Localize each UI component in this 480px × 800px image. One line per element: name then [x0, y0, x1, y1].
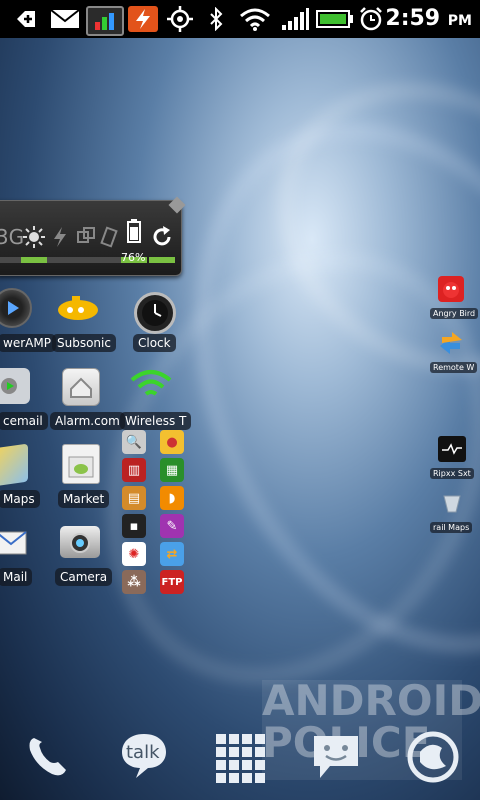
camera-icon[interactable]: [60, 526, 100, 558]
search-magnifier-icon[interactable]: 🔍: [122, 430, 146, 454]
ripple-icon[interactable]: [438, 436, 466, 462]
ripple-label[interactable]: Ripxx Sxt: [430, 468, 474, 479]
talk-icon[interactable]: talk: [118, 730, 170, 782]
messaging-icon[interactable]: [310, 732, 362, 782]
dots-app-icon[interactable]: ⁂: [122, 570, 146, 594]
poweramp-label[interactable]: werAMP: [0, 334, 56, 352]
poweramp-icon[interactable]: [0, 288, 32, 328]
market-icon[interactable]: [62, 444, 100, 484]
camera-label[interactable]: Camera: [55, 568, 113, 586]
alarm-icon: [358, 6, 384, 32]
subsonic-icon[interactable]: [56, 294, 100, 322]
wireless-tether-label[interactable]: Wireless T: [120, 412, 192, 430]
clock-label[interactable]: Clock: [133, 334, 176, 352]
power-control-widget: 3G 76%: [0, 196, 186, 276]
barcode-icon[interactable]: ▥: [122, 458, 146, 482]
candy-app-icon[interactable]: ✺: [122, 542, 146, 566]
flash-icon: [128, 6, 158, 32]
battery-icon: [316, 6, 354, 32]
calendar-grid-icon[interactable]: ▦: [160, 458, 184, 482]
trail-maps-icon[interactable]: [440, 492, 464, 516]
alarm-com-label[interactable]: Alarm.com: [50, 412, 125, 430]
wifi-icon: [238, 6, 272, 32]
rss-icon[interactable]: ◗: [160, 486, 184, 510]
folder-icon[interactable]: ▤: [122, 486, 146, 510]
maps-icon[interactable]: [0, 443, 28, 487]
angry-birds-label[interactable]: Angry Bird: [430, 308, 479, 319]
remote-app-icon[interactable]: ⇄: [160, 542, 184, 566]
add-icon: [12, 6, 38, 32]
clock-icon[interactable]: [134, 292, 176, 334]
status-bar: 2:59 PM: [0, 0, 480, 38]
mail-app-icon[interactable]: [0, 524, 30, 560]
chart-widget-icon: [86, 6, 124, 36]
subsonic-label[interactable]: Subsonic: [52, 334, 116, 352]
battery-percent: 76%: [121, 251, 146, 264]
gps-icon: [166, 6, 194, 32]
trail-maps-label[interactable]: rail Maps: [430, 522, 473, 533]
alarm-com-icon[interactable]: [62, 368, 100, 406]
bluetooth-icon: [206, 6, 226, 32]
maps-label[interactable]: Maps: [0, 490, 40, 508]
dock: talk: [0, 710, 480, 800]
bird-app-icon[interactable]: ●: [160, 430, 184, 454]
ftp-icon[interactable]: FTP: [160, 570, 184, 594]
calculator-icon[interactable]: ▪: [122, 514, 146, 538]
mail-icon: [50, 6, 80, 32]
voicemail-label[interactable]: cemail: [0, 412, 48, 430]
wireless-tether-icon[interactable]: [128, 366, 174, 402]
talk-label: talk: [126, 742, 160, 763]
remote-web-icon[interactable]: [438, 330, 464, 356]
market-label[interactable]: Market: [58, 490, 110, 508]
browser-globe-icon[interactable]: [406, 730, 460, 784]
mail-label[interactable]: Mail: [0, 568, 33, 586]
refresh-icon[interactable]: [147, 207, 177, 267]
remote-web-label[interactable]: Remote W: [430, 362, 478, 373]
purple-app-icon[interactable]: ✎: [160, 514, 184, 538]
clock-time: 2:59 PM: [385, 6, 472, 31]
angry-birds-icon[interactable]: [438, 276, 464, 302]
app-drawer-icon[interactable]: [214, 732, 266, 784]
voicemail-icon[interactable]: [0, 368, 30, 404]
phone-icon[interactable]: [22, 732, 72, 782]
signal-icon: [280, 6, 310, 32]
